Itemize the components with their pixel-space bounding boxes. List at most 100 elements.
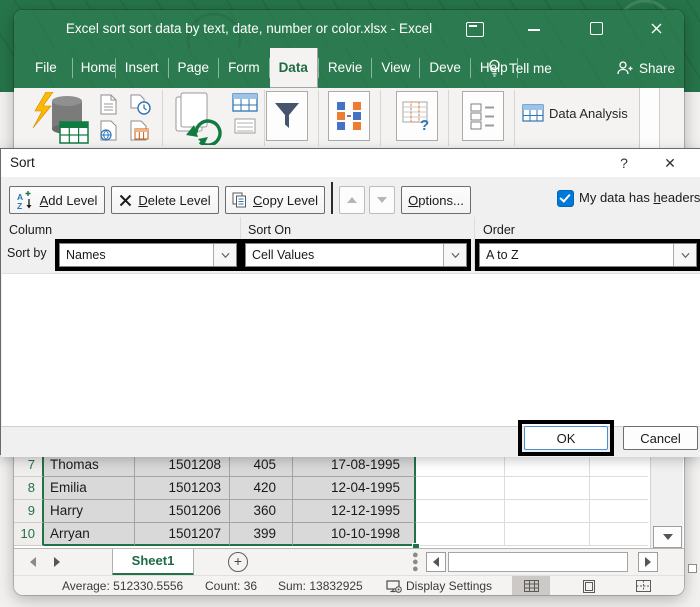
cell-empty[interactable] (590, 477, 648, 500)
title-bar: Excel sort sort data by text, date, numb… (14, 10, 684, 48)
share-button[interactable]: Share (616, 48, 675, 88)
sheet-tab-sheet1[interactable]: Sheet1 (112, 549, 194, 576)
cell-id[interactable]: 1501206 (135, 500, 230, 523)
cell-value[interactable]: 420 (230, 477, 293, 500)
display-settings-icon[interactable] (386, 580, 402, 593)
cell-empty[interactable] (590, 500, 648, 523)
tab-formulas[interactable]: Form (219, 48, 269, 88)
tab-file[interactable]: File (20, 48, 72, 88)
ok-button[interactable]: OK (524, 426, 608, 450)
ribbon-display-options-icon[interactable] (466, 22, 484, 37)
tab-view[interactable]: View (372, 48, 419, 88)
filter-button[interactable] (266, 91, 308, 141)
tab-page-layout[interactable]: Page (169, 48, 219, 88)
recent-sources-icon[interactable] (128, 94, 152, 116)
add-level-button[interactable]: A Z Add Level (9, 186, 105, 214)
cell-name[interactable]: Arryan (44, 523, 135, 546)
vertical-scrollbar[interactable] (650, 450, 683, 548)
tab-data[interactable]: Data (270, 48, 318, 88)
cell-empty[interactable] (416, 477, 505, 500)
from-web-icon[interactable] (98, 120, 120, 142)
my-data-has-headers-label[interactable]: My data has headers (579, 190, 700, 205)
cell-empty[interactable] (505, 523, 590, 546)
row-header[interactable]: 10 (14, 523, 44, 546)
delete-level-button[interactable]: Delete Level (111, 186, 219, 214)
normal-view-button[interactable] (512, 576, 550, 595)
data-analysis-button[interactable]: Data Analysis (522, 104, 638, 122)
cell-value[interactable]: 360 (230, 500, 293, 523)
hscroll-thumb[interactable] (448, 552, 628, 572)
cell-id[interactable]: 1501207 (135, 523, 230, 546)
cell-empty[interactable] (416, 500, 505, 523)
toolbar-separator (331, 182, 333, 214)
table-row: 10 Arryan 1501207 399 10-10-1998 (14, 523, 650, 546)
outline-group-button[interactable] (462, 91, 504, 141)
sort-by-column-dropdown[interactable]: Names (59, 243, 237, 267)
tab-review[interactable]: Revie (319, 48, 372, 88)
tab-insert[interactable]: Insert (116, 48, 168, 88)
what-if-analysis-button[interactable]: ? (396, 91, 438, 141)
ribbon-scroll-strip[interactable] (639, 88, 660, 148)
cell-name[interactable]: Emilia (44, 477, 135, 500)
cell-date[interactable]: 10-10-1998 (293, 523, 416, 546)
cell-empty[interactable] (505, 454, 590, 477)
text-to-columns-icon (335, 101, 363, 131)
options-button[interactable]: Options... (401, 186, 471, 214)
get-data-icon[interactable] (32, 92, 90, 144)
add-sheet-icon[interactable]: + (228, 552, 248, 572)
copy-level-button[interactable]: Copy Level (225, 186, 325, 214)
chevron-down-icon[interactable] (673, 244, 696, 266)
cell-name[interactable]: Thomas (44, 454, 135, 477)
cell-id[interactable]: 1501203 (135, 477, 230, 500)
cell-date[interactable]: 17-08-1995 (293, 454, 416, 477)
queries-connections-icon[interactable] (232, 93, 258, 137)
cell-id[interactable]: 1501208 (135, 454, 230, 477)
from-table-icon[interactable] (128, 120, 152, 142)
cell-empty[interactable] (590, 523, 648, 546)
cell-empty[interactable] (505, 477, 590, 500)
scroll-down-icon[interactable] (653, 526, 682, 548)
tab-splitter-dots[interactable]: ●●● (412, 552, 419, 573)
close-icon[interactable] (646, 19, 666, 39)
my-data-has-headers-checkbox[interactable] (557, 190, 574, 207)
cell-date[interactable]: 12-12-1995 (293, 500, 416, 523)
move-up-button[interactable] (339, 186, 365, 214)
cell-value[interactable]: 399 (230, 523, 293, 546)
tab-home[interactable]: Home (73, 48, 115, 88)
from-text-icon[interactable] (98, 94, 120, 116)
cell-name[interactable]: Harry (44, 500, 135, 523)
chevron-down-icon[interactable] (213, 244, 236, 266)
display-settings-label[interactable]: Display Settings (406, 579, 492, 593)
page-layout-view-icon (582, 580, 596, 593)
page-layout-view-button[interactable] (570, 576, 608, 595)
sort-on-dropdown[interactable]: Cell Values (245, 243, 467, 267)
minimize-icon[interactable] (528, 29, 540, 31)
tab-developer[interactable]: Deve (420, 48, 470, 88)
maximize-icon[interactable] (590, 22, 603, 35)
cell-empty[interactable] (590, 454, 648, 477)
tell-me-label: Tell me (509, 61, 552, 76)
row-header[interactable]: 7 (14, 454, 44, 477)
dialog-help-button[interactable]: ? (613, 152, 635, 174)
refresh-all-icon[interactable] (174, 91, 226, 145)
move-down-button[interactable] (369, 186, 395, 214)
order-dropdown[interactable]: A to Z (479, 243, 697, 267)
row-header[interactable]: 9 (14, 500, 44, 523)
cell-value[interactable]: 405 (230, 454, 293, 477)
cell-empty[interactable] (416, 523, 505, 546)
cell-empty[interactable] (416, 454, 505, 477)
cell-date[interactable]: 12-04-1995 (293, 477, 416, 500)
next-sheet-icon[interactable] (54, 557, 60, 567)
sheet-tab-bar: Sheet1 + ●●● (14, 548, 684, 576)
page-break-view-button[interactable] (624, 576, 662, 595)
cancel-button[interactable]: Cancel (623, 426, 698, 450)
chevron-down-icon[interactable] (443, 244, 466, 266)
text-to-columns-button[interactable] (328, 91, 370, 141)
hscroll-right-icon[interactable] (638, 552, 658, 572)
row-header[interactable]: 8 (14, 477, 44, 500)
tell-me-box[interactable]: Tell me (488, 48, 552, 88)
hscroll-left-icon[interactable] (426, 552, 446, 572)
dialog-close-icon[interactable]: ✕ (659, 152, 681, 174)
prev-sheet-icon[interactable] (30, 557, 36, 567)
cell-empty[interactable] (505, 500, 590, 523)
